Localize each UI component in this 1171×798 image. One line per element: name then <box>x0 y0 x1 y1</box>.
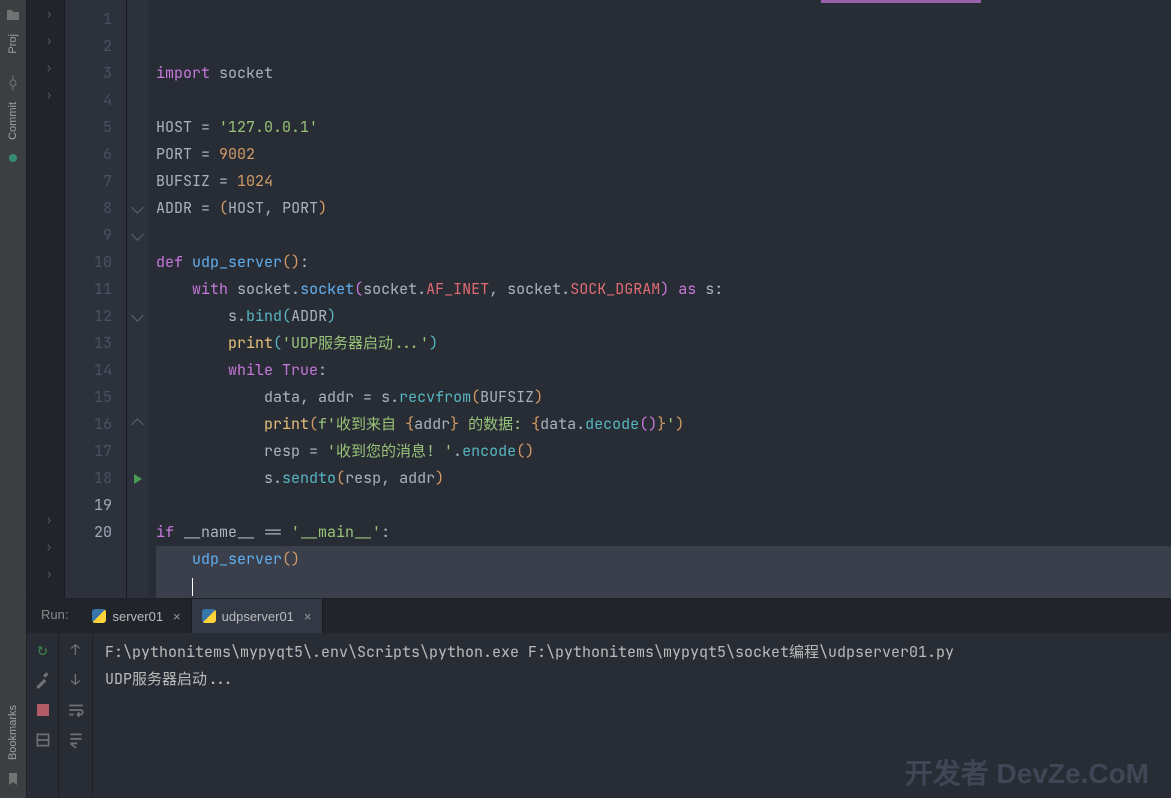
main-area: › › › › › › › 12345678910111213141516171… <box>27 0 1171 798</box>
run-tab-label: udpserver01 <box>222 609 294 624</box>
tree-chevron[interactable]: › <box>34 538 64 556</box>
line-number-gutter: 1234567891011121314151617181920 <box>65 0 127 598</box>
python-icon <box>202 609 216 623</box>
run-config-tab[interactable]: udpserver01 × <box>192 599 323 633</box>
run-config-tab[interactable]: server01 × <box>82 599 191 633</box>
tree-chevron[interactable]: › <box>34 565 64 583</box>
bookmarks-tool-label[interactable]: Bookmarks <box>7 697 19 768</box>
watermark-logo: 开发者 DevZe.CoM <box>905 759 1149 788</box>
tree-chevron[interactable]: › <box>34 59 64 77</box>
run-window-header: Run: server01 × udpserver01 × <box>27 599 1171 633</box>
rerun-button[interactable]: ↻ <box>34 641 52 659</box>
close-icon[interactable]: × <box>304 609 312 624</box>
project-tree-collapsed[interactable]: › › › › › › › <box>27 0 65 598</box>
tree-chevron[interactable]: › <box>34 511 64 529</box>
python-icon <box>92 609 106 623</box>
down-button[interactable]: ↓ <box>67 671 85 689</box>
commit-tool-label[interactable]: Commit <box>7 94 19 148</box>
layout-button[interactable] <box>34 731 52 749</box>
run-tab-label: server01 <box>112 609 163 624</box>
run-toolbar-nav: ↑ ↓ <box>59 633 93 798</box>
close-icon[interactable]: × <box>173 609 181 624</box>
wrench-button[interactable] <box>34 671 52 689</box>
fold-gutter[interactable] <box>127 0 148 598</box>
project-tool-icon[interactable] <box>5 7 21 23</box>
run-toolbar-left: ↻ <box>27 633 59 798</box>
run-tabs-container: server01 × udpserver01 × <box>82 599 322 633</box>
commit-tool-icon[interactable] <box>5 75 21 91</box>
left-toolbar: Proj Commit Bookmarks <box>0 0 27 798</box>
tree-chevron[interactable]: › <box>34 86 64 104</box>
tree-chevron[interactable]: › <box>34 5 64 23</box>
run-label: Run: <box>27 599 82 633</box>
up-button[interactable]: ↑ <box>67 641 85 659</box>
stop-button[interactable] <box>34 701 52 719</box>
project-tool-label[interactable]: Proj <box>7 26 19 62</box>
code-editor[interactable]: 1234567891011121314151617181920 import s… <box>65 0 1171 598</box>
commit-indicator-icon <box>5 150 21 166</box>
wrap-button[interactable] <box>67 701 85 719</box>
tree-chevron[interactable]: › <box>34 32 64 50</box>
scroll-button[interactable] <box>67 731 85 749</box>
code-content[interactable]: import socketHOST = '127.0.0.1'PORT = 90… <box>148 0 1171 598</box>
editor-wrapper: › › › › › › › 12345678910111213141516171… <box>27 0 1171 598</box>
bookmarks-tool-icon[interactable] <box>5 771 21 787</box>
